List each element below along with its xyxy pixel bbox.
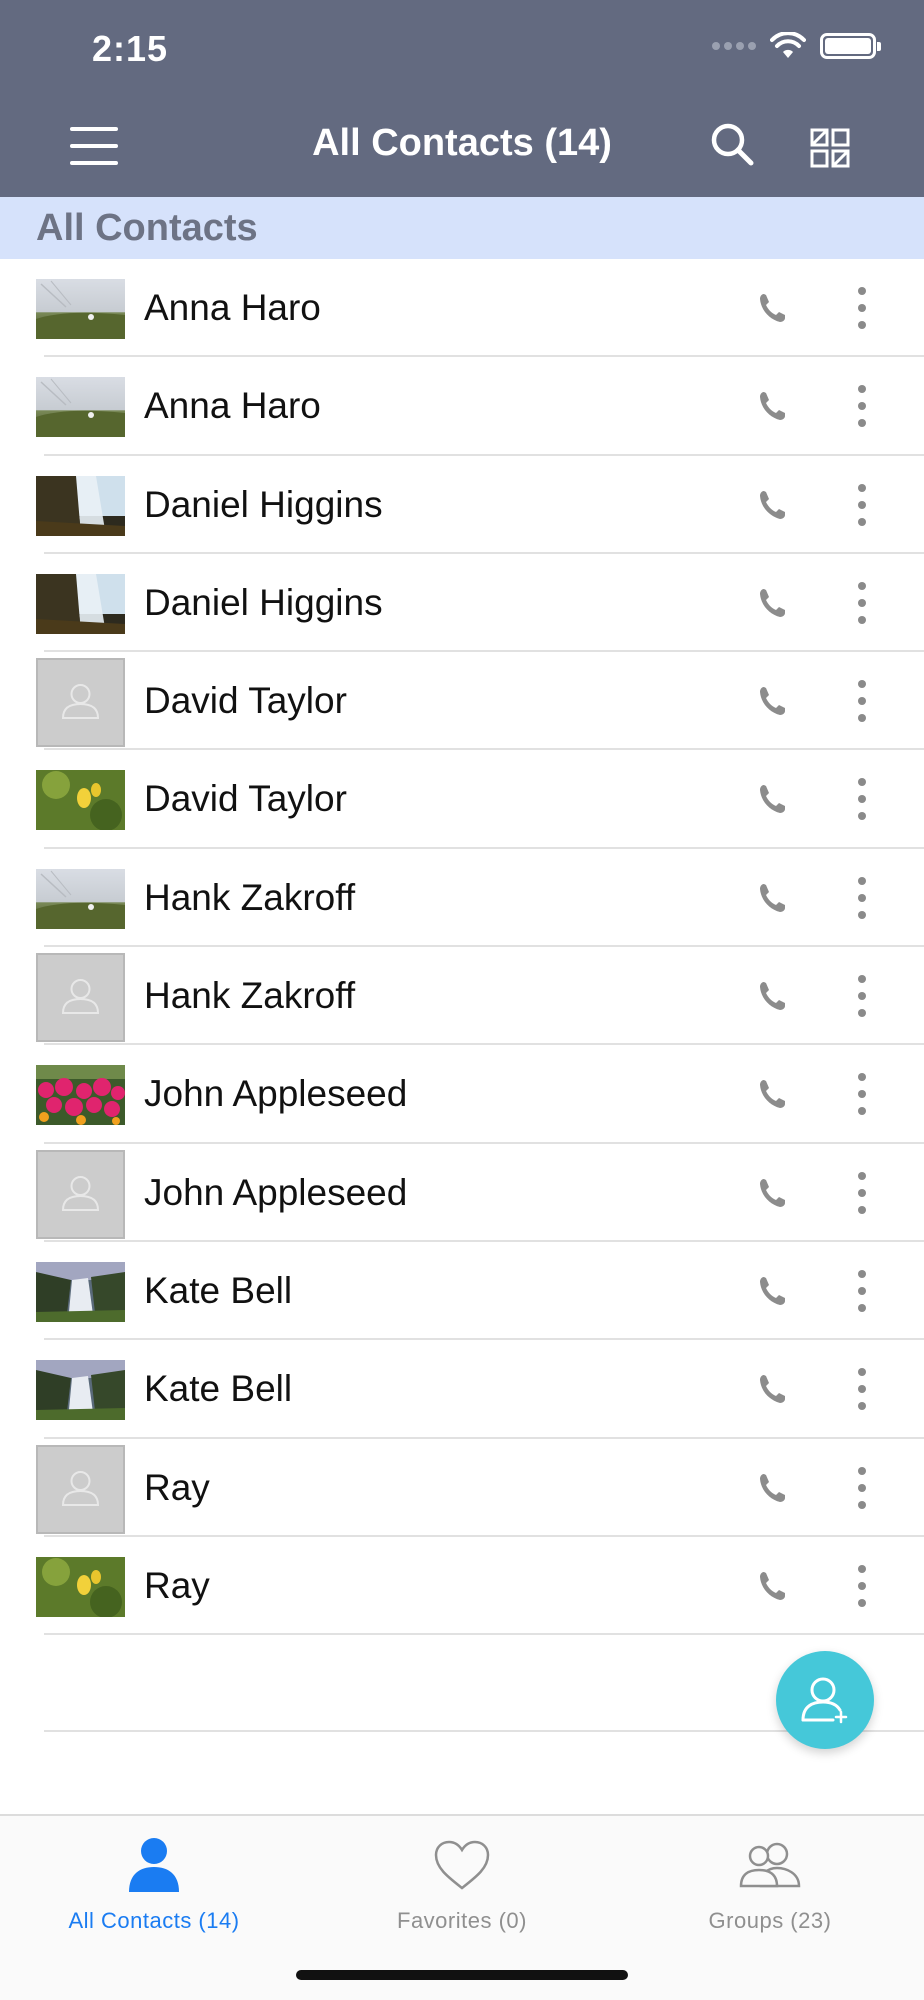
avatar — [36, 953, 125, 1043]
avatar — [36, 1360, 125, 1421]
more-options-icon[interactable] — [850, 1368, 874, 1411]
phone-icon[interactable] — [758, 1373, 786, 1405]
avatar — [36, 573, 125, 634]
tab-all-contacts[interactable]: All Contacts (14) — [0, 1830, 308, 1934]
contact-row[interactable]: Ray — [0, 1439, 924, 1537]
tab-label: All Contacts (14) — [68, 1908, 240, 1933]
phone-icon[interactable] — [758, 980, 786, 1012]
contact-name: Ray — [144, 1466, 210, 1508]
phone-icon[interactable] — [758, 489, 786, 521]
contact-row[interactable]: Anna Haro — [0, 357, 924, 456]
avatar — [36, 279, 125, 339]
person-icon — [129, 1838, 179, 1892]
contact-name: Ray — [144, 1564, 210, 1606]
phone-icon[interactable] — [758, 1570, 786, 1602]
more-options-icon[interactable] — [850, 680, 874, 723]
contact-name: Daniel Higgins — [144, 581, 383, 623]
tab-label: Favorites (0) — [397, 1908, 527, 1933]
more-options-icon[interactable] — [850, 385, 874, 428]
avatar — [36, 1261, 125, 1322]
avatar — [36, 1149, 125, 1239]
phone-icon[interactable] — [758, 292, 786, 324]
avatar — [36, 658, 125, 748]
home-indicator — [296, 1970, 628, 1980]
more-options-icon[interactable] — [850, 1466, 874, 1509]
avatar — [36, 1444, 125, 1534]
status-time: 2:15 — [92, 28, 169, 69]
contact-row[interactable]: Anna Haro — [0, 259, 924, 358]
tab-groups[interactable]: Groups (23) — [616, 1830, 924, 1934]
contact-name: Kate Bell — [144, 1269, 293, 1311]
app-header: 2:15 All Contacts (14) — [0, 0, 924, 197]
contact-row[interactable]: John Appleseed — [0, 1045, 924, 1144]
row-divider — [44, 1633, 924, 1636]
more-options-icon[interactable] — [850, 778, 874, 821]
wifi-icon — [770, 32, 806, 58]
tab-label: Groups (23) — [708, 1908, 832, 1933]
contact-row[interactable]: Daniel Higgins — [0, 554, 924, 653]
more-options-icon[interactable] — [850, 581, 874, 624]
contact-name: Hank Zakroff — [144, 975, 356, 1017]
phone-icon[interactable] — [758, 587, 786, 619]
cellular-signal-icon — [712, 42, 756, 50]
contact-row[interactable]: Hank Zakroff — [0, 849, 924, 948]
more-options-icon[interactable] — [850, 1073, 874, 1116]
phone-icon[interactable] — [758, 1177, 786, 1209]
add-person-icon — [801, 1677, 848, 1724]
phone-icon[interactable] — [758, 1275, 786, 1307]
avatar — [36, 1065, 125, 1126]
phone-icon[interactable] — [758, 783, 786, 815]
avatar — [36, 475, 125, 536]
contact-name: John Appleseed — [144, 1171, 408, 1213]
battery-icon — [820, 33, 881, 59]
avatar — [36, 1556, 125, 1617]
page-title: All Contacts (14) — [312, 122, 612, 164]
contact-row[interactable]: Hank Zakroff — [0, 947, 924, 1046]
contact-row[interactable]: David Taylor — [0, 652, 924, 751]
status-icons — [712, 32, 881, 60]
contact-row[interactable]: Kate Bell — [0, 1242, 924, 1341]
more-options-icon[interactable] — [850, 287, 874, 329]
more-options-icon[interactable] — [850, 975, 874, 1018]
contact-name: Daniel Higgins — [144, 483, 383, 525]
group-icon — [739, 1842, 801, 1888]
contact-name: Anna Haro — [144, 287, 321, 328]
tab-favorites[interactable]: Favorites (0) — [308, 1830, 616, 1934]
more-options-icon[interactable] — [850, 876, 874, 919]
heart-icon — [434, 1840, 490, 1890]
contact-name: Hank Zakroff — [144, 876, 356, 918]
phone-icon[interactable] — [758, 882, 786, 914]
contact-name: Kate Bell — [144, 1368, 293, 1410]
contact-name: John Appleseed — [144, 1073, 408, 1115]
more-options-icon[interactable] — [850, 1269, 874, 1312]
more-options-icon[interactable] — [850, 1171, 874, 1214]
contact-row[interactable]: David Taylor — [0, 750, 924, 849]
contact-name: David Taylor — [144, 680, 347, 722]
avatar — [36, 377, 125, 438]
contact-row[interactable]: Kate Bell — [0, 1340, 924, 1439]
search-icon[interactable] — [708, 120, 756, 168]
avatar — [36, 868, 125, 929]
more-options-icon[interactable] — [850, 483, 874, 526]
more-options-icon[interactable] — [850, 1564, 874, 1607]
phone-icon[interactable] — [758, 1078, 786, 1110]
phone-icon[interactable] — [758, 685, 786, 717]
phone-icon[interactable] — [758, 1472, 786, 1504]
contact-row[interactable]: Daniel Higgins — [0, 456, 924, 554]
section-header: All Contacts — [0, 197, 924, 259]
phone-icon[interactable] — [758, 390, 786, 422]
grid-view-icon[interactable] — [810, 128, 850, 168]
contact-name: David Taylor — [144, 778, 347, 820]
avatar — [36, 770, 125, 831]
contact-row[interactable]: John Appleseed — [0, 1144, 924, 1242]
contact-list: Anna Haro Anna Haro Daniel Higgins Daniel H… — [0, 259, 924, 1636]
contact-row[interactable]: Ray — [0, 1537, 924, 1636]
contact-name: Anna Haro — [144, 385, 321, 427]
add-contact-button[interactable] — [776, 1651, 874, 1749]
